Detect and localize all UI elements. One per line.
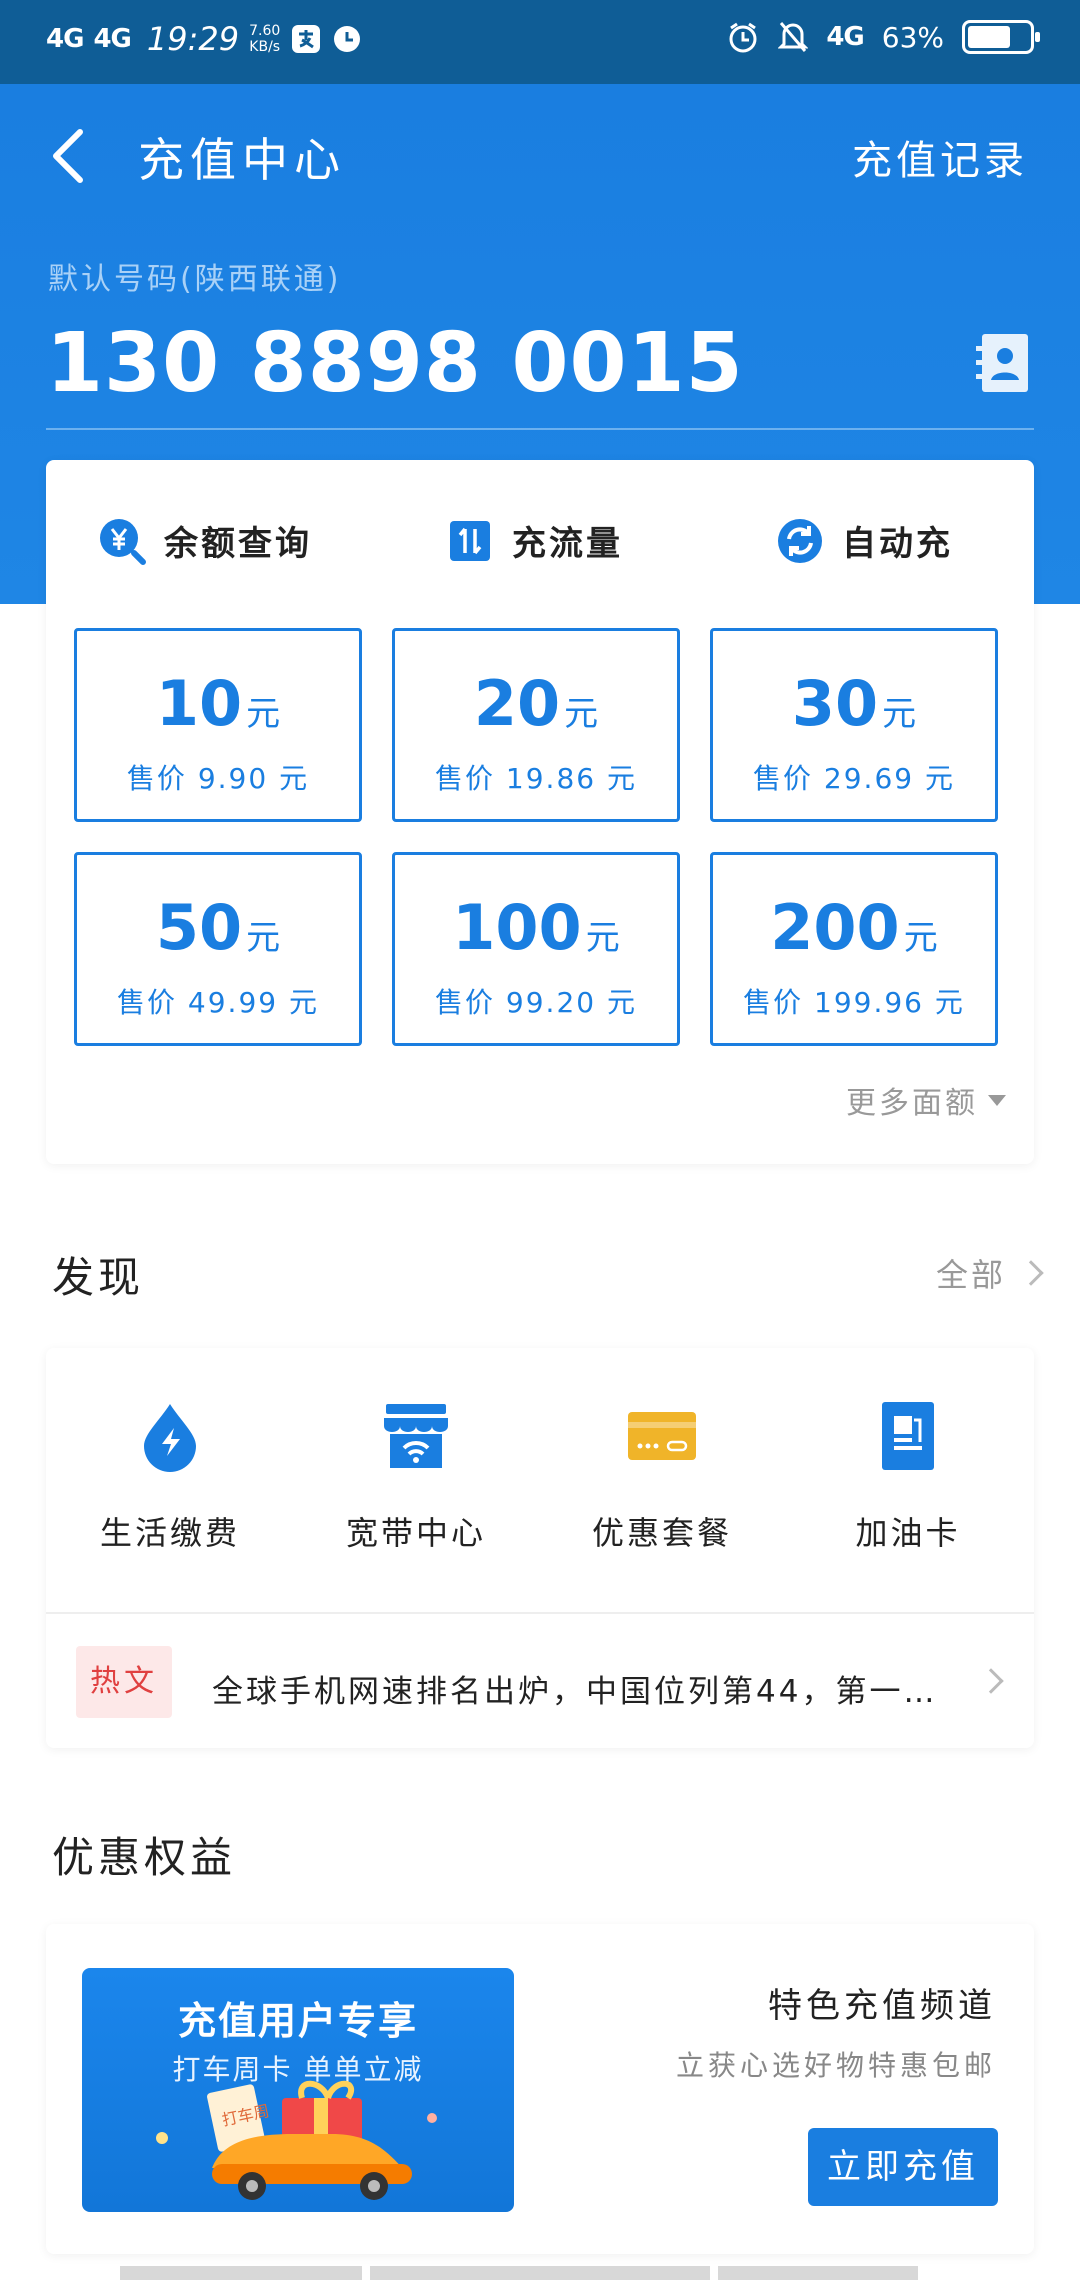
- amount-tile-100[interactable]: 100 元 售价 99.20 元: [392, 852, 680, 1046]
- status-right: 4G 63%: [726, 20, 1040, 54]
- tile-amount: 10: [155, 667, 243, 740]
- discover-title: 发现: [52, 1253, 145, 1302]
- promo-subtitle: 立获心选好物特惠包邮: [675, 2049, 996, 2082]
- card-icon: [628, 1412, 696, 1460]
- status-bar: 4G 4G 19:29 7.60 KB/s 4G 63%: [0, 0, 1080, 84]
- tile-price: 售价 99.20 元: [435, 986, 637, 1019]
- alarm-icon: [729, 22, 757, 53]
- battery-level: [968, 26, 1010, 48]
- refresh-icon: [778, 518, 822, 563]
- tile-unit: 元: [585, 918, 620, 958]
- signal-3: 4G: [826, 22, 864, 52]
- network-speed: 7.60 KB/s: [249, 23, 280, 55]
- mute-icon: [778, 22, 809, 52]
- clock: 19:29: [146, 20, 240, 58]
- quick-actions: 余额查询 充流量 自动充: [46, 516, 1034, 596]
- discover-card: 生活缴费 宽带中心 优惠套餐 加油卡 热文 全球手机网速排名出炉，中国位列第44…: [46, 1348, 1034, 1748]
- data-transfer-icon: [450, 520, 490, 561]
- tile-price: 售价 29.69 元: [753, 762, 955, 795]
- tile-amount: 30: [791, 667, 879, 740]
- tile-amount: 50: [155, 891, 243, 964]
- tile-price: 售价 199.96 元: [743, 986, 965, 1019]
- promo-banner[interactable]: 充值用户专享 打车周卡 单单立减 打车周: [82, 1968, 514, 2212]
- battery-percent: 63%: [881, 20, 944, 54]
- balance-query-button[interactable]: 余额查询: [98, 516, 312, 565]
- amount-tile-200[interactable]: 200 元 售价 199.96 元: [710, 852, 998, 1046]
- phone-number-input[interactable]: 130 8898 0015: [46, 316, 744, 411]
- divider: [46, 1612, 1034, 1614]
- auto-recharge-label: 自动充: [842, 524, 953, 564]
- recharge-now-button[interactable]: 立即充值: [808, 2128, 998, 2206]
- hot-news-headline[interactable]: 全球手机网速排名出炉，中国位列第44，第一…: [212, 1666, 937, 1711]
- lightning-drop-icon: [144, 1404, 196, 1472]
- contact-book-icon[interactable]: [976, 332, 1030, 394]
- chevron-right-icon: [1018, 1260, 1044, 1286]
- triangle-down-icon: [988, 1094, 1006, 1106]
- benefits-title: 优惠权益: [52, 1833, 237, 1882]
- tile-unit: 元: [882, 694, 917, 734]
- amount-tile-50[interactable]: 50 元 售价 49.99 元: [74, 852, 362, 1046]
- tile-unit: 元: [246, 918, 281, 958]
- tile-price: 售价 19.86 元: [435, 762, 637, 795]
- fuel-card-item[interactable]: 加油卡: [798, 1400, 1018, 1554]
- broadband-center-label: 宽带中心: [345, 1514, 486, 1552]
- tile-unit: 元: [564, 694, 599, 734]
- balance-query-label: 余额查询: [164, 524, 312, 564]
- life-payment-item[interactable]: 生活缴费: [60, 1400, 280, 1554]
- broadband-store-icon: [384, 1404, 448, 1468]
- data-recharge-label: 充流量: [512, 524, 623, 564]
- more-amounts-toggle[interactable]: 更多面额: [846, 1078, 1006, 1122]
- discover-all-link[interactable]: 全部: [935, 1250, 1044, 1296]
- tile-unit: 元: [246, 694, 281, 734]
- hot-article-tag: 热文: [76, 1646, 172, 1718]
- promo-title: 特色充值频道: [768, 1986, 996, 2026]
- signal-2: 4G: [93, 24, 131, 54]
- payment-app-icon: [292, 25, 321, 53]
- battery-icon: [962, 20, 1040, 54]
- yen-search-icon: [100, 518, 146, 565]
- signal-1: 4G: [46, 24, 84, 54]
- status-left: 4G 4G 19:29 7.60 KB/s: [46, 20, 362, 58]
- all-link-label: 全部: [935, 1256, 1006, 1294]
- discount-package-label: 优惠套餐: [591, 1514, 732, 1552]
- amount-tile-10[interactable]: 10 元 售价 9.90 元: [74, 628, 362, 822]
- fuel-card-label: 加油卡: [855, 1514, 961, 1552]
- tile-amount: 100: [452, 891, 582, 964]
- more-amounts-label: 更多面额: [846, 1086, 978, 1121]
- network-speed-value: 7.60: [249, 23, 281, 39]
- broadband-center-item[interactable]: 宽带中心: [306, 1400, 526, 1554]
- data-recharge-button[interactable]: 充流量: [446, 516, 623, 565]
- alarm-app-icon: [334, 26, 361, 52]
- auto-recharge-button[interactable]: 自动充: [776, 516, 953, 565]
- tile-price: 售价 9.90 元: [126, 762, 310, 795]
- benefit-card: 充值用户专享 打车周卡 单单立减 打车周 特色充值频道 立获心选好物特惠包邮 立…: [46, 1924, 1034, 2254]
- tile-unit: 元: [903, 918, 938, 958]
- back-arrow-icon[interactable]: [44, 126, 94, 186]
- default-number-label: 默认号码(陕西联通): [48, 262, 342, 297]
- network-speed-unit: KB/s: [249, 39, 281, 55]
- discount-package-item[interactable]: 优惠套餐: [552, 1400, 772, 1554]
- tile-price: 售价 49.99 元: [117, 986, 319, 1019]
- amount-tile-20[interactable]: 20 元 售价 19.86 元: [392, 628, 680, 822]
- bottom-tab-hint: [120, 2266, 1000, 2280]
- fuel-card-icon: [882, 1402, 934, 1470]
- tile-amount: 200: [770, 891, 900, 964]
- chevron-right-icon[interactable]: [978, 1668, 1004, 1694]
- page-title: 充值中心: [138, 133, 346, 187]
- tile-amount: 20: [473, 667, 561, 740]
- amount-tile-30[interactable]: 30 元 售价 29.69 元: [710, 628, 998, 822]
- life-payment-label: 生活缴费: [99, 1514, 240, 1552]
- recharge-card: 余额查询 充流量 自动充 10 元 售价 9.90 元 20 元 售价 19.86 …: [46, 460, 1034, 1164]
- taxi-gift-illustration: 打车周: [156, 2080, 437, 2200]
- recharge-record-link[interactable]: 充值记录: [852, 128, 1028, 186]
- phone-underline: [46, 428, 1034, 430]
